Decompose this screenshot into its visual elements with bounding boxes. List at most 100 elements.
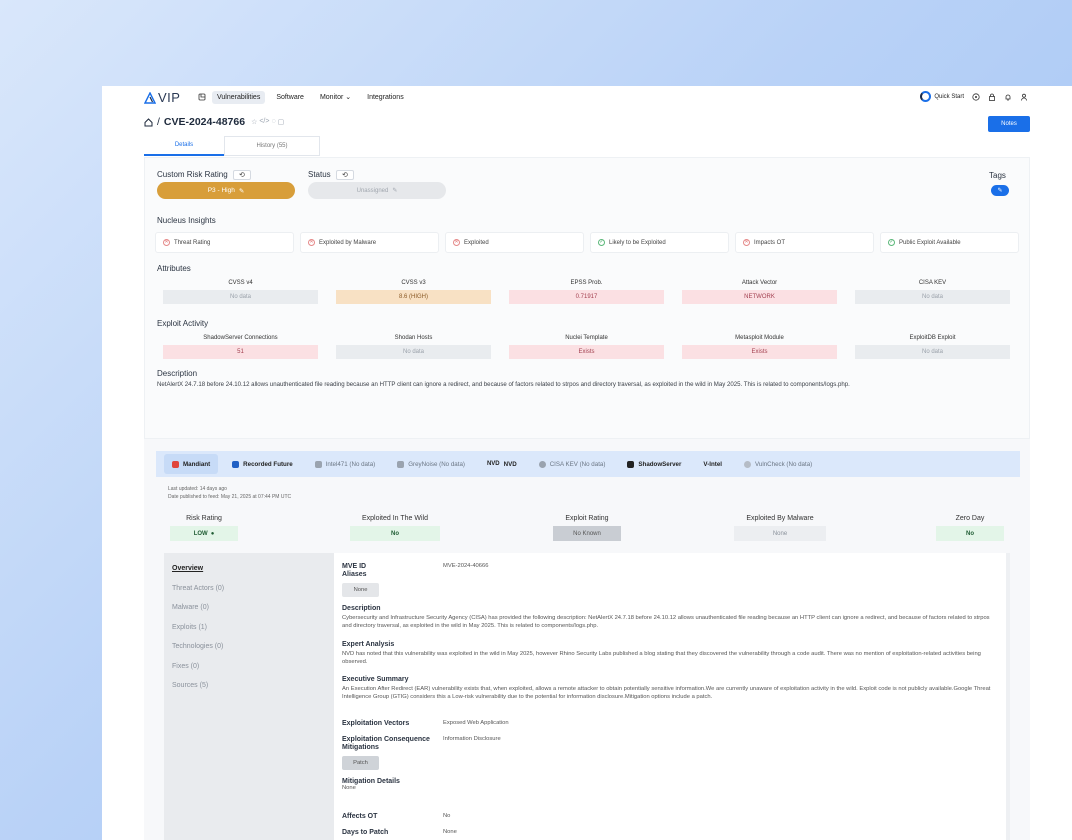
- exploit-label: ShadowServer Connections: [203, 335, 278, 341]
- sidenav-sources[interactable]: Sources (5): [164, 676, 334, 696]
- source-tab-vulncheck[interactable]: VulnCheck (No data): [736, 454, 820, 474]
- sidenav-threat-actors[interactable]: Threat Actors (0): [164, 579, 334, 599]
- source-tab-greynoise[interactable]: GreyNoise (No data): [389, 454, 473, 474]
- tab-history[interactable]: History (55): [224, 136, 320, 156]
- description-heading: Description: [157, 369, 198, 378]
- reset-risk-icon[interactable]: ⟲: [232, 170, 251, 180]
- vectors-value: Exposed Web Application: [443, 720, 509, 726]
- exploit-label: ExploitDB Exploit: [909, 335, 956, 341]
- user-icon[interactable]: [1020, 93, 1028, 101]
- reset-status-icon[interactable]: ⟲: [335, 170, 354, 180]
- brand-logo[interactable]: VIP: [144, 90, 180, 105]
- sidenav-malware[interactable]: Malware (0): [164, 598, 334, 618]
- info-icon[interactable]: ●: [211, 531, 215, 537]
- ov-description-text: Cybersecurity and Infrastructure Securit…: [342, 615, 990, 630]
- attr-value: 8.6 (HIGH): [336, 290, 491, 304]
- source-tab-nvd[interactable]: NVD NVD: [479, 454, 525, 474]
- notes-button[interactable]: Notes: [988, 116, 1030, 132]
- source-tab-label: V-Intel: [703, 460, 722, 468]
- sidenav-exploits[interactable]: Exploits (1): [164, 618, 334, 638]
- nav-monitor[interactable]: Monitor ⌄: [315, 90, 356, 104]
- bell-icon[interactable]: [1004, 93, 1012, 101]
- edit-icon: ✎: [238, 187, 245, 195]
- description-text: NetAlertX 24.7.18 before 24.10.12 allows…: [157, 381, 850, 388]
- insight-label: Exploited by Malware: [319, 239, 377, 246]
- insight-label: Public Exploit Available: [899, 239, 961, 246]
- attr-value: No data: [163, 290, 318, 304]
- rating-value: No: [936, 526, 1004, 541]
- top-navbar: VIP Vulnerabilities Software Monitor ⌄ I…: [102, 86, 1072, 110]
- mitigations-label: Mitigations: [342, 744, 379, 751]
- quick-start-label: Quick Start: [934, 93, 964, 100]
- source-tab-label: ShadowServer: [638, 460, 682, 468]
- custom-risk-value: P3 - High: [207, 187, 235, 194]
- help-icon[interactable]: [972, 92, 980, 101]
- source-tab-label: VulnCheck (No data): [755, 460, 813, 468]
- tab-details[interactable]: Details: [144, 136, 224, 156]
- mitigation-chip: Patch: [342, 756, 379, 770]
- exploit-label: Metasploit Module: [735, 335, 784, 341]
- x-circle-icon: ✕: [308, 239, 315, 246]
- exploit-value: Exists: [509, 345, 664, 359]
- exec-row: Executive Summary An Execution After Redi…: [342, 676, 992, 702]
- sidenav-fixes[interactable]: Fixes (0): [164, 657, 334, 677]
- source-tab-label: Mandiant: [183, 460, 211, 468]
- attr-label: EPSS Prob.: [570, 280, 603, 286]
- insight-exploited: ✕ Exploited: [445, 232, 584, 253]
- mit-details-value: None: [342, 785, 356, 791]
- home-icon[interactable]: [144, 117, 153, 127]
- attr-value: NETWORK: [682, 290, 837, 304]
- nav-integrations[interactable]: Integrations: [362, 91, 409, 104]
- sidenav-technologies[interactable]: Technologies (0): [164, 637, 334, 657]
- nav-software[interactable]: Software: [271, 91, 309, 104]
- user-toolbar: Quick Start: [920, 91, 1028, 102]
- expert-label: Expert Analysis: [342, 641, 395, 648]
- insight-label: Likely to be Exploited: [609, 239, 666, 246]
- custom-risk-select[interactable]: P3 - High ✎: [157, 182, 295, 199]
- attr-label: CVSS v3: [401, 280, 426, 286]
- insight-exploited-by-malware: ✕ Exploited by Malware: [300, 232, 439, 253]
- rating-zero-day: Zero Day No: [936, 515, 1004, 541]
- source-tab-shadowserver[interactable]: ShadowServer: [619, 454, 689, 474]
- lock-icon[interactable]: [988, 93, 996, 101]
- edit-tags-button[interactable]: ✎: [991, 185, 1009, 196]
- vulncheck-icon: [744, 460, 751, 468]
- source-tab-intel471[interactable]: Intel471 (No data): [307, 454, 384, 474]
- days-patch-label: Days to Patch: [342, 829, 389, 836]
- source-tab-mandiant[interactable]: Mandiant: [164, 454, 219, 474]
- overview-scrollbar[interactable]: [1006, 553, 1010, 840]
- attr-cisa-kev: CISA KEV No data: [855, 280, 1010, 304]
- exploit-value: No data: [336, 345, 491, 359]
- rating-exploited-malware: Exploited By Malware None: [734, 515, 826, 541]
- mit-details-row: Mitigation Details None: [342, 778, 400, 791]
- eye-off-icon[interactable]: ◌: [271, 118, 275, 126]
- custom-risk-heading: Custom Risk Rating ⟲: [157, 170, 251, 180]
- sidenav-overview[interactable]: Overview: [164, 559, 334, 579]
- check-circle-icon: ✓: [888, 239, 895, 246]
- exploit-label: Nuclei Template: [565, 335, 608, 341]
- copy-icon[interactable]: ▢: [278, 118, 285, 126]
- edit-icon: ✎: [392, 188, 398, 194]
- source-tab-cisa-kev[interactable]: CISA KEV (No data): [531, 454, 614, 474]
- published-text: Date published to feed: May 21, 2025 at …: [168, 494, 292, 500]
- code-icon[interactable]: </>: [259, 118, 269, 126]
- rating-exploited-wild: Exploited In The Wild No: [350, 515, 440, 541]
- nvd-icon: NVD: [486, 461, 500, 467]
- attributes-heading: Attributes: [157, 264, 191, 273]
- source-tab-label: Intel471 (No data): [325, 460, 376, 468]
- nav-vulnerabilities[interactable]: Vulnerabilities: [212, 90, 266, 104]
- dashboard-icon[interactable]: [198, 93, 206, 101]
- quick-start-button[interactable]: Quick Start: [920, 91, 964, 102]
- star-icon[interactable]: ☆: [251, 118, 257, 126]
- exploit-row: ShadowServer Connections 51 Shodan Hosts N…: [163, 335, 1010, 359]
- status-select[interactable]: Unassigned ✎: [308, 182, 446, 199]
- exec-label: Executive Summary: [342, 676, 409, 683]
- source-tab-vintel[interactable]: V-Intel: [695, 454, 730, 474]
- affects-ot-value: No: [443, 813, 451, 819]
- source-tab-label: CISA KEV (No data): [549, 460, 606, 468]
- attr-value: No data: [855, 290, 1010, 304]
- insight-threat-rating: ✕ Threat Rating: [155, 232, 294, 253]
- attr-attack-vector: Attack Vector NETWORK: [682, 280, 837, 304]
- source-tab-recorded-future[interactable]: Recorded Future: [224, 454, 301, 474]
- insight-likely-exploited: ✓ Likely to be Exploited: [590, 232, 729, 253]
